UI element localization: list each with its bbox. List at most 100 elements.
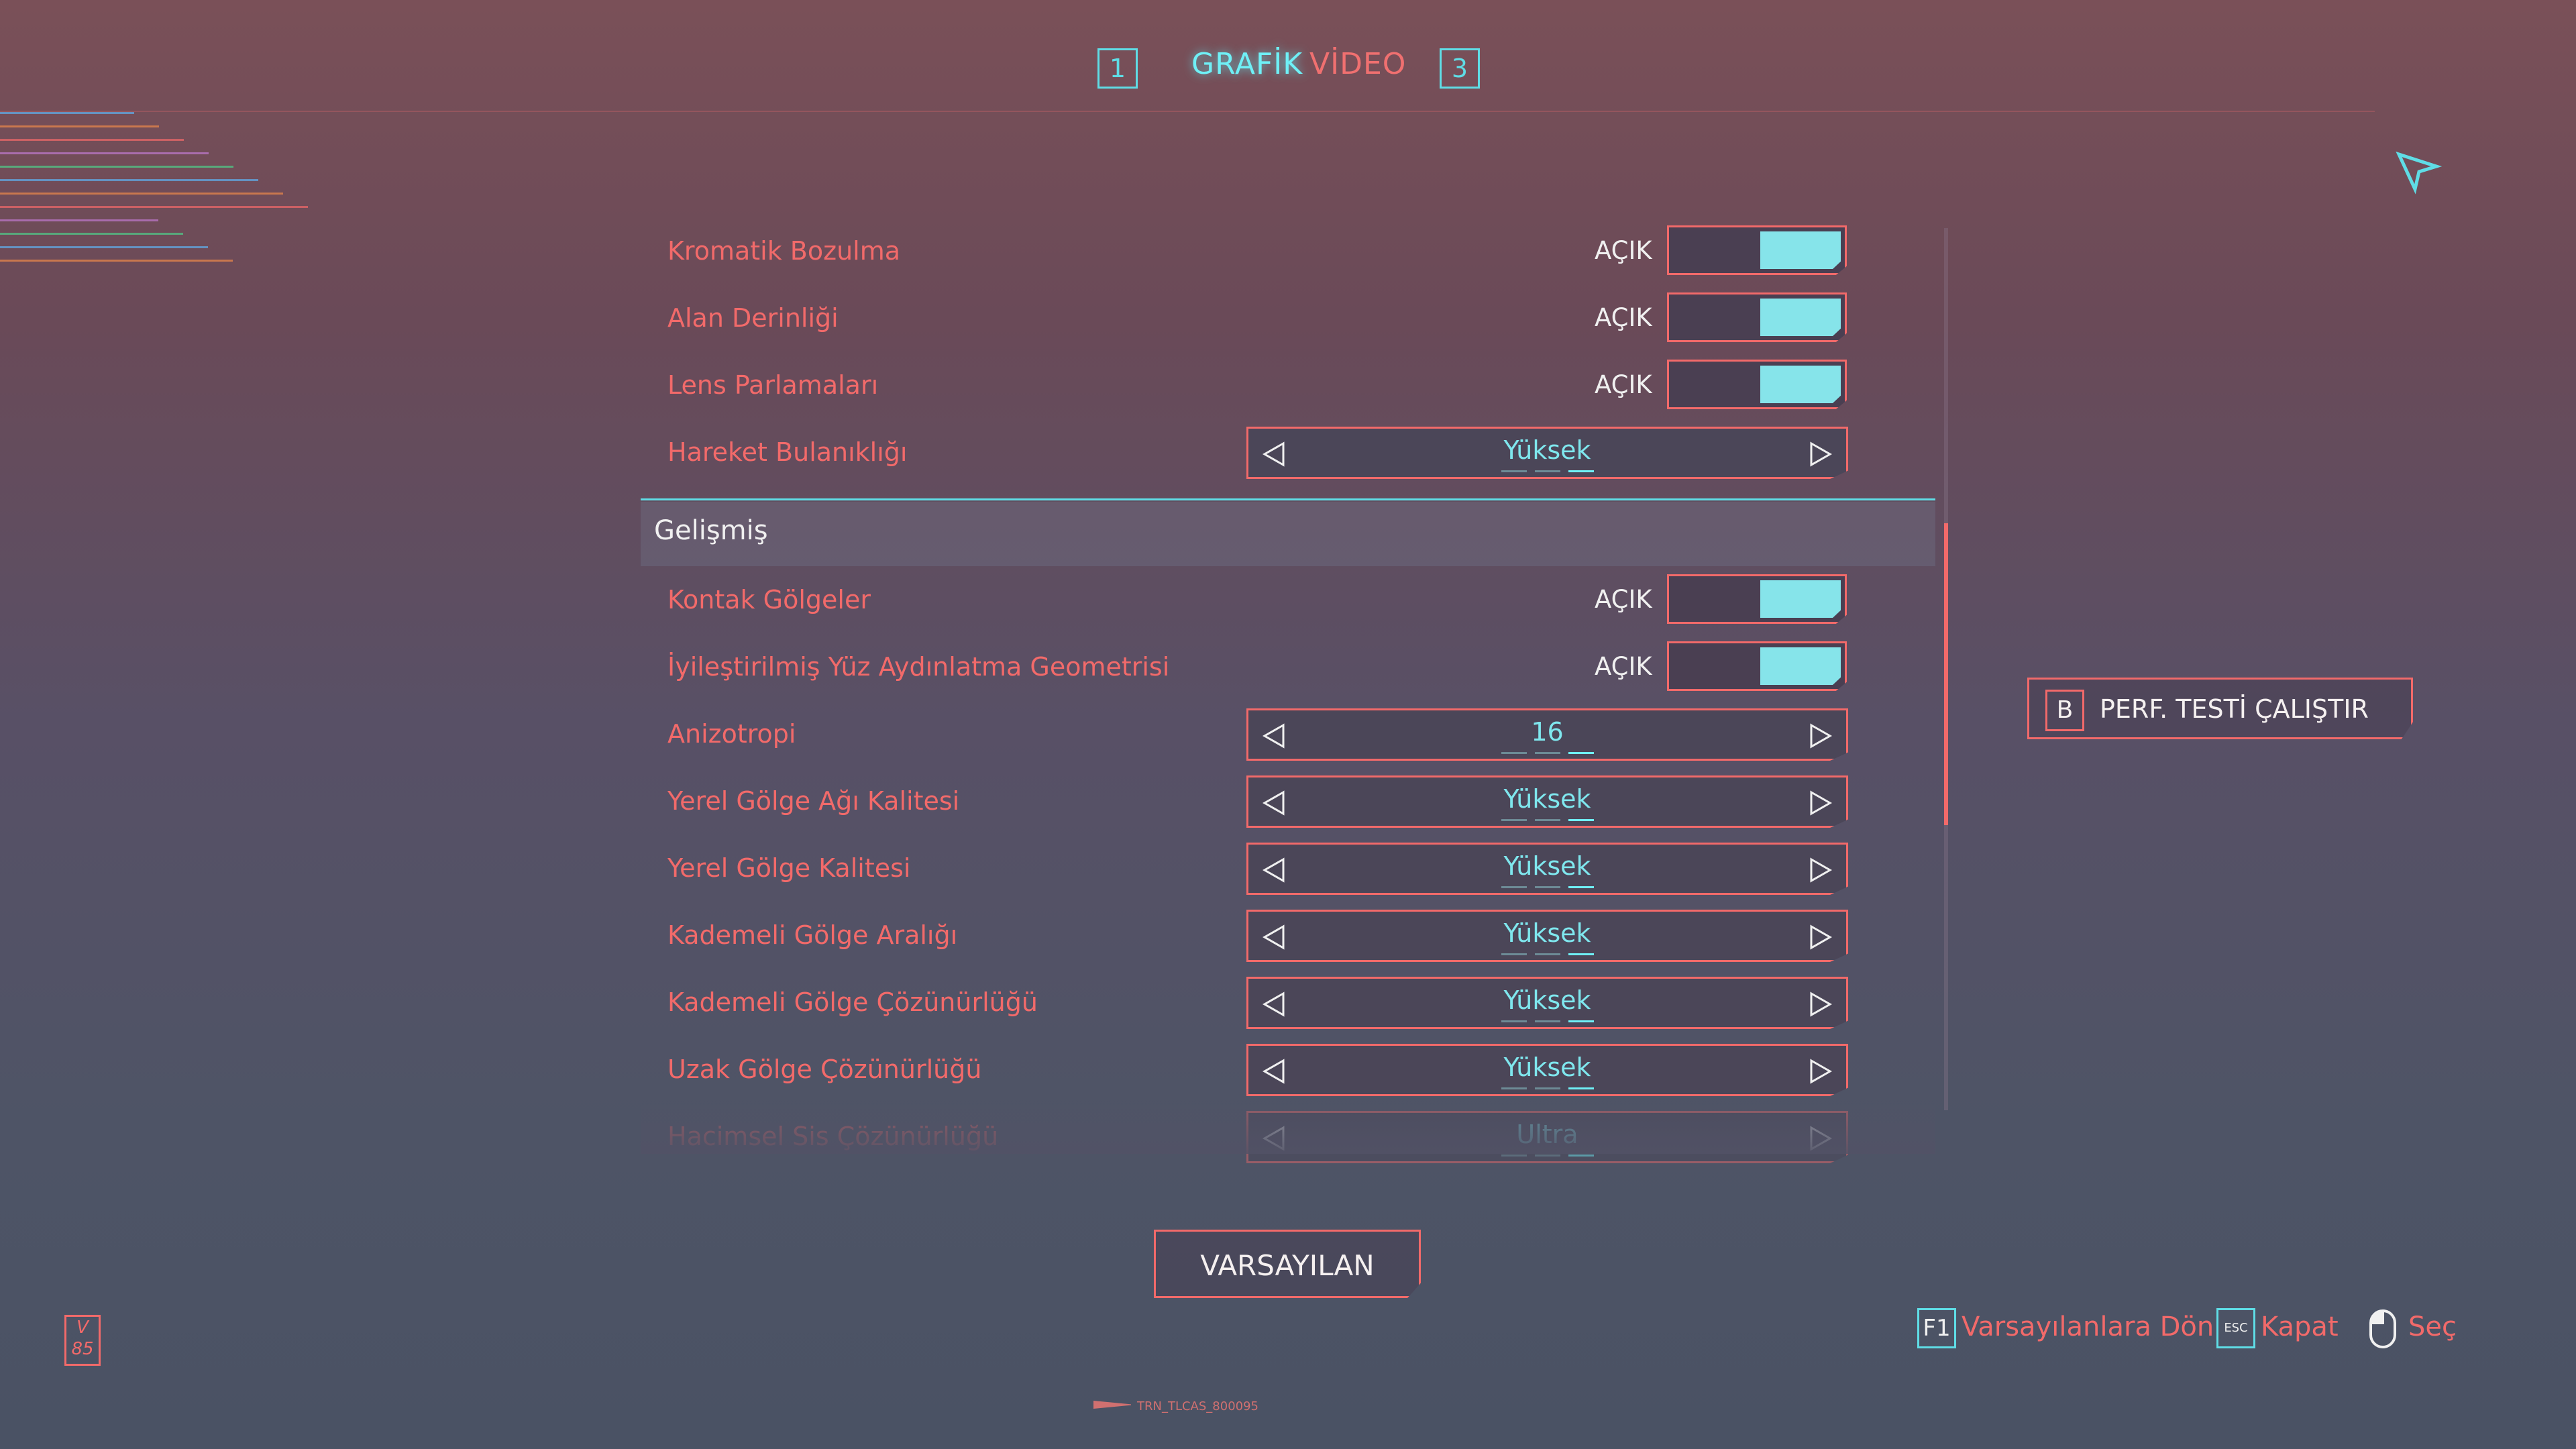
setting-state-label: AÇIK [1595, 652, 1652, 681]
setting-label: Kademeli Gölge Çözünürlüğü [667, 987, 1038, 1017]
hint-reset-defaults[interactable]: F1 Varsayılanlara Dön [1917, 1308, 2214, 1348]
esc-key-icon: ESC [2216, 1308, 2255, 1348]
tab-prev-key[interactable]: 1 [1097, 48, 1138, 89]
level-indicator [1501, 752, 1594, 754]
setting-toggle[interactable] [1667, 360, 1847, 409]
setting-row[interactable]: Uzak Gölge Çözünürlüğü Yüksek [641, 1044, 1855, 1097]
setting-row[interactable]: Kademeli Gölge Aralığı Yüksek [641, 910, 1855, 963]
setting-row[interactable]: İyileştirilmiş Yüz Aydınlatma Geometrisi… [641, 641, 1855, 695]
setting-state-label: AÇIK [1595, 585, 1652, 614]
debug-line [0, 260, 233, 262]
version-badge: V 85 [64, 1315, 101, 1366]
setting-label: Uzak Gölge Çözünürlüğü [667, 1055, 982, 1084]
footer-arrow-icon [1093, 1401, 1131, 1409]
hint-close[interactable]: ESC Kapat [2216, 1308, 2339, 1348]
hint-select[interactable]: Seç [2368, 1308, 2457, 1348]
hint-reset-label: Varsayılanlara Dön [1962, 1311, 2214, 1342]
setting-value: Yüksek [1503, 985, 1591, 1015]
debug-line [0, 112, 134, 114]
setting-value: Yüksek [1503, 435, 1591, 465]
section-title: Gelişmiş [654, 515, 768, 546]
arrow-right-icon[interactable] [1807, 722, 1834, 749]
arrow-right-icon[interactable] [1807, 441, 1834, 468]
default-button[interactable]: VARSAYILAN [1154, 1230, 1421, 1298]
setting-label: Hareket Bulanıklığı [667, 437, 908, 467]
footer-code: TRN_TLCAS_800095 [1137, 1399, 1259, 1413]
tab-graphics[interactable]: GRAFİK [1191, 47, 1303, 81]
toggle-knob [1760, 580, 1841, 618]
setting-row[interactable]: Yerel Gölge Kalitesi Yüksek [641, 843, 1855, 896]
toggle-knob [1760, 231, 1841, 269]
setting-label: Lens Parlamaları [667, 370, 879, 400]
setting-value: 16 [1531, 717, 1564, 747]
perf-test-button[interactable]: B PERF. TESTİ ÇALIŞTIR [2027, 678, 2413, 739]
tab-video[interactable]: VİDEO [1309, 47, 1406, 81]
scrollbar-thumb[interactable] [1944, 523, 1948, 825]
setting-selector[interactable]: Yüksek [1246, 775, 1848, 828]
setting-selector[interactable]: Yüksek [1246, 977, 1848, 1029]
setting-row[interactable]: Kromatik Bozulma AÇIK [641, 225, 1855, 279]
debug-line [0, 166, 233, 168]
debug-line [0, 125, 159, 127]
debug-line [0, 246, 208, 248]
setting-state-label: AÇIK [1595, 370, 1652, 399]
setting-label: Yerel Gölge Kalitesi [667, 853, 911, 883]
setting-label: Kontak Gölgeler [667, 585, 871, 614]
setting-toggle[interactable] [1667, 292, 1847, 342]
arrow-right-icon[interactable] [1807, 857, 1834, 883]
setting-selector[interactable]: Yüksek [1246, 427, 1848, 479]
level-indicator [1501, 1087, 1594, 1089]
debug-overlay [0, 101, 483, 273]
debug-line [0, 152, 209, 154]
setting-toggle[interactable] [1667, 574, 1847, 624]
setting-toggle[interactable] [1667, 225, 1847, 275]
setting-label: Yerel Gölge Ağı Kalitesi [667, 786, 960, 816]
default-button-label: VARSAYILAN [1200, 1249, 1375, 1282]
perf-test-label: PERF. TESTİ ÇALIŞTIR [2100, 694, 2369, 724]
arrow-right-icon[interactable] [1807, 924, 1834, 951]
toggle-knob [1760, 299, 1841, 336]
mouse-icon [2369, 1309, 2396, 1348]
setting-row[interactable]: Lens Parlamaları AÇIK [641, 360, 1855, 413]
setting-label: Alan Derinliği [667, 303, 839, 333]
setting-value: Yüksek [1503, 918, 1591, 948]
arrow-right-icon[interactable] [1807, 991, 1834, 1018]
debug-line [0, 233, 183, 235]
section-header: Gelişmiş [641, 502, 1935, 566]
setting-row[interactable]: Kademeli Gölge Çözünürlüğü Yüksek [641, 977, 1855, 1030]
toggle-knob [1760, 647, 1841, 685]
setting-value: Yüksek [1503, 851, 1591, 881]
setting-toggle[interactable] [1667, 641, 1847, 691]
setting-row[interactable]: Hareket Bulanıklığı Yüksek [641, 427, 1855, 480]
level-indicator [1501, 1020, 1594, 1022]
setting-label: Anizotropi [667, 719, 796, 749]
setting-state-label: AÇIK [1595, 303, 1652, 332]
setting-label: Kademeli Gölge Aralığı [667, 920, 958, 950]
setting-state-label: AÇIK [1595, 236, 1652, 265]
setting-row[interactable]: Anizotropi 16 [641, 708, 1855, 762]
setting-label: İyileştirilmiş Yüz Aydınlatma Geometrisi [667, 652, 1170, 682]
tab-next-key[interactable]: 3 [1440, 48, 1480, 89]
level-indicator [1501, 819, 1594, 821]
arrow-right-icon[interactable] [1807, 790, 1834, 816]
setting-value: Yüksek [1503, 1053, 1591, 1082]
arrow-right-icon[interactable] [1807, 1058, 1834, 1085]
setting-label: Kromatik Bozulma [667, 236, 901, 266]
hint-select-label: Seç [2408, 1311, 2457, 1342]
setting-selector[interactable]: Yüksek [1246, 1044, 1848, 1096]
setting-row[interactable]: Alan Derinliği AÇIK [641, 292, 1855, 346]
debug-line [0, 193, 283, 195]
setting-row[interactable]: Kontak Gölgeler AÇIK [641, 574, 1855, 628]
list-fade [641, 1100, 1935, 1154]
setting-selector[interactable]: Yüksek [1246, 910, 1848, 962]
setting-selector[interactable]: Yüksek [1246, 843, 1848, 895]
level-indicator [1501, 953, 1594, 955]
perf-key-badge: B [2045, 690, 2084, 731]
setting-row[interactable]: Yerel Gölge Ağı Kalitesi Yüksek [641, 775, 1855, 829]
setting-selector[interactable]: 16 [1246, 708, 1848, 761]
section-divider [641, 498, 1935, 500]
level-indicator [1501, 886, 1594, 888]
debug-line [0, 139, 184, 141]
pointer-cursor-icon [2396, 151, 2442, 195]
hint-close-label: Kapat [2261, 1311, 2339, 1342]
